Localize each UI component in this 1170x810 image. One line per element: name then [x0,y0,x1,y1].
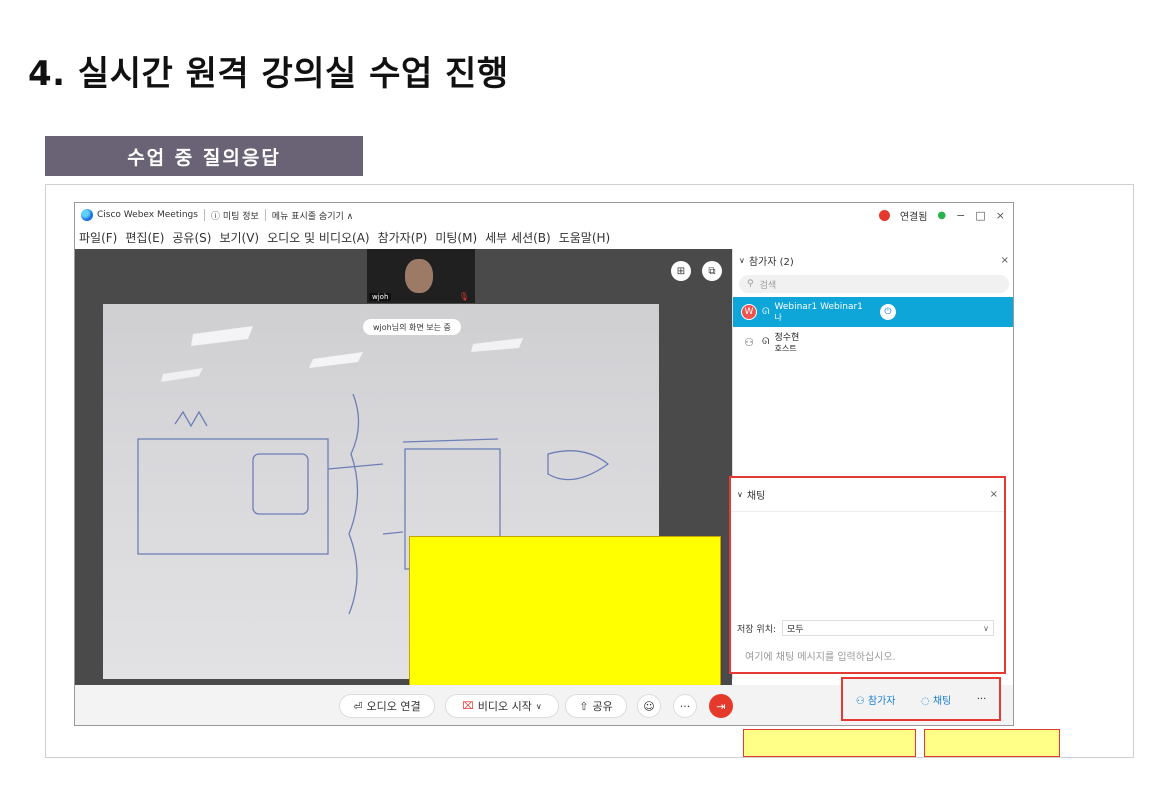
participants-toggle-label: 참가자 [867,695,896,707]
highlight-overlay [409,536,721,693]
minimize-button[interactable]: − [956,209,965,222]
participants-header[interactable]: ∨ 참가자 (2) × [733,249,1013,271]
app-name: Cisco Webex Meetings [97,210,198,220]
participant-row[interactable]: W ᘏ Webinar1 Webinar1 나 ⏻ [733,297,1013,327]
titlebar-right: 연결됨 ● − □ × [878,208,1005,223]
search-placeholder: 검색 [759,280,777,291]
menu-participants[interactable]: 참가자(P) [378,229,428,246]
close-button[interactable]: × [996,209,1005,222]
menu-meeting[interactable]: 미팅(M) [435,229,477,246]
menu-share[interactable]: 공유(S) [172,229,211,246]
participants-title: 참가자 (2) [748,256,794,268]
chat-message-input[interactable]: 여기에 채팅 메시지를 입력하십시오. [745,648,896,663]
share-icon: ⇧ [579,699,589,713]
titlebar: Cisco Webex Meetings ⓘ 미팅 정보 메뉴 표시줄 숨기기 … [75,203,1013,227]
participant-thumbnail[interactable]: wjoh 🎙 [367,249,475,303]
participant-row[interactable]: ⚇ ᘏ 정수현 호스트 [733,327,1013,357]
power-icon[interactable]: ⏻ [879,304,896,320]
video-stage: wjoh 🎙 wjoh님의 화면 보는 중 ⊞ ⧉ [75,249,732,725]
panel-toggle-toolbar: ⚇ 참가자 ◌ 채팅 ··· [841,677,1001,721]
mic-muted-icon: 🎙 [458,292,469,301]
section-banner: 수업 중 질의응답 [45,136,363,176]
audio-connect-button[interactable]: ⏎ 오디오 연결 [339,694,435,718]
audio-label: 오디오 연결 [366,700,421,713]
leave-meeting-button[interactable]: ⇥ [709,694,733,718]
maximize-button[interactable]: □ [975,209,985,222]
audio-icon: ⏎ [353,699,363,713]
viewing-status-pill: wjoh님의 화면 보는 중 [363,319,461,335]
menu-edit[interactable]: 편집(E) [125,229,164,246]
participant-name: 정수현 [774,333,800,343]
video-off-icon: ⌧ [462,700,474,712]
share-label: 공유 [592,700,613,713]
thumbnail-name: wjoh [369,293,392,301]
avatar: W [741,304,757,320]
close-icon[interactable]: × [1001,255,1009,266]
chevron-down-icon: ∨ [739,255,745,265]
divider [264,209,266,221]
grid-view-icon[interactable]: ⊞ [671,261,691,281]
user-icon: ⚇ [744,335,754,349]
record-icon[interactable] [878,210,890,221]
user-icon: ⚇ [855,695,865,707]
recipient-label: 저장 위치: [737,624,777,635]
menu-breakout[interactable]: 세부 세션(B) [485,229,551,246]
participant-name: Webinar1 Webinar1 [774,301,863,312]
search-icon: ⚲ [747,279,754,289]
headset-icon: ᘏ [762,307,770,317]
participant-search-input[interactable]: ⚲ 검색 [739,275,1009,293]
chat-toggle-button[interactable]: ◌ 채팅 [921,692,951,707]
chevron-down-icon[interactable]: ∨ [536,702,542,711]
headset-icon: ᘏ [762,337,770,347]
more-options-button[interactable]: ··· [673,694,697,718]
chat-header[interactable]: ∨ 채팅 × [731,478,1004,512]
chat-title: 채팅 [746,491,766,502]
menu-help[interactable]: 도움말(H) [559,229,611,246]
menu-file[interactable]: 파일(F) [79,229,117,246]
page-title: 4. 실시간 원격 강의실 수업 진행 [28,54,509,94]
recipient-value: 모두 [787,624,804,635]
chat-panel: ∨ 채팅 × 저장 위치: 모두 ∨ 여기에 채팅 메시지를 입력하십시오. [729,476,1006,674]
popout-icon[interactable]: ⧉ [702,261,722,281]
reactions-icon[interactable]: ☺ [637,694,661,718]
chevron-down-icon: ∨ [737,490,743,499]
menu-view[interactable]: 보기(V) [219,229,259,246]
chat-toggle-label: 채팅 [932,695,952,707]
chevron-down-icon: ∨ [983,623,990,633]
divider [203,209,205,221]
more-options-button[interactable]: ··· [977,694,987,705]
callout-label [743,729,916,757]
connection-status: 연결됨 [899,212,928,223]
chat-icon: ◌ [920,695,930,707]
meeting-info-button[interactable]: ⓘ 미팅 정보 [211,209,259,222]
webex-logo-icon [81,209,93,221]
participant-role: 호스트 [774,344,797,353]
start-video-button[interactable]: ⌧ 비디오 시작 ∨ [445,694,559,718]
chat-recipient: 저장 위치: 모두 ∨ [737,620,995,636]
connection-dot-icon: ● [937,210,947,221]
menu-audio-video[interactable]: 오디오 및 비디오(A) [267,229,369,246]
callout-label [924,729,1060,757]
participant-role: 나 [774,312,782,322]
hide-menu-button[interactable]: 메뉴 표시줄 숨기기 ∧ [272,209,353,222]
menubar: 파일(F) 편집(E) 공유(S) 보기(V) 오디오 및 비디오(A) 참가자… [79,229,610,246]
recipient-select[interactable]: 모두 ∨ [782,620,995,636]
video-label: 비디오 시작 [477,700,532,713]
share-button[interactable]: ⇧ 공유 [565,694,627,718]
participant-face [405,259,433,293]
close-icon[interactable]: × [990,489,998,500]
participants-toggle-button[interactable]: ⚇ 참가자 [856,692,896,707]
